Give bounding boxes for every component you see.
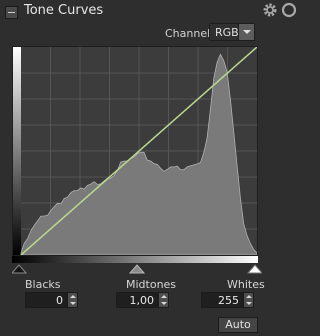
whites-input[interactable] (201, 292, 243, 308)
chevron-down-icon[interactable] (238, 24, 254, 40)
blacks-input[interactable] (25, 292, 67, 308)
channel-value: RGB (215, 26, 239, 39)
midtones-input[interactable] (116, 292, 158, 308)
midtones-label: Midtones (126, 278, 177, 291)
collapse-toggle-icon[interactable] (5, 6, 18, 19)
blacks-slider-handle[interactable] (12, 264, 28, 274)
tone-curves-panel: Tone Curves Channel: RGB Blacks Midtones… (0, 0, 300, 336)
channel-label: Channel: (165, 27, 214, 40)
whites-label: Whites (227, 278, 265, 291)
channel-select[interactable]: RGB (209, 23, 255, 41)
blacks-label: Blacks (25, 278, 61, 291)
curve-editor[interactable] (12, 46, 258, 256)
curve-canvas[interactable] (13, 47, 257, 255)
auto-button[interactable]: Auto (218, 317, 258, 333)
reset-icon[interactable] (281, 2, 297, 18)
level-slider-track (12, 264, 262, 274)
panel-title: Tone Curves (24, 3, 104, 18)
whites-slider-handle[interactable] (246, 264, 262, 274)
blacks-stepper[interactable] (67, 292, 78, 308)
whites-stepper[interactable] (243, 292, 254, 308)
vertical-tone-ramp (13, 47, 21, 255)
midtones-stepper[interactable] (158, 292, 169, 308)
midtones-slider-handle[interactable] (128, 264, 146, 274)
gear-icon[interactable] (262, 2, 278, 18)
